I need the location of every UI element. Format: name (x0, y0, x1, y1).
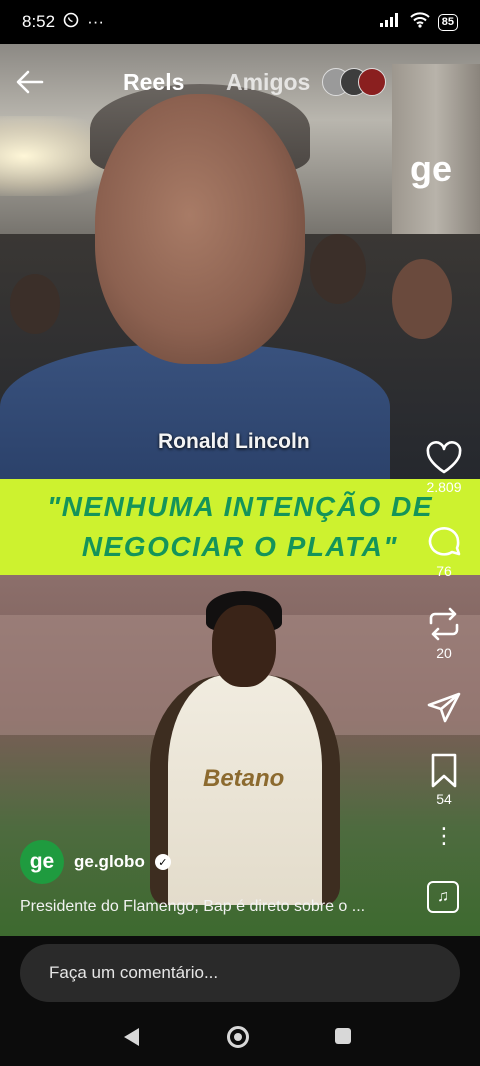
player-face (212, 605, 276, 687)
comment-input[interactable]: Faça um comentário... (20, 944, 460, 1002)
more-options-button[interactable]: ⋮ (433, 825, 455, 847)
comment-button[interactable]: 76 (420, 524, 468, 579)
comment-bar: Faça um comentário... (0, 936, 480, 1016)
signal-icon (379, 12, 402, 32)
tab-reels[interactable]: Reels (123, 69, 184, 96)
verified-icon: ✓ (154, 854, 171, 870)
friends-avatars[interactable] (322, 68, 386, 96)
bookmark-icon (431, 753, 457, 788)
username[interactable]: ge.globo (74, 852, 145, 872)
post-author[interactable]: ge ge.globo ✓ (20, 840, 171, 884)
repost-icon (429, 607, 459, 641)
battery-indicator: 85 (437, 13, 458, 31)
reels-header: Reels Amigos (0, 44, 480, 122)
system-home-button[interactable] (227, 1026, 249, 1048)
clock: 8:52 (22, 12, 56, 31)
tab-amigos[interactable]: Amigos (226, 69, 310, 96)
repost-button[interactable]: 20 (420, 606, 468, 661)
headline-banner: "NENHUMA INTENÇÃO DE NEGOCIAR O PLATA" (0, 479, 480, 575)
headline-line-2: NEGOCIAR O PLATA" (81, 531, 399, 562)
repost-count: 20 (436, 645, 452, 661)
wifi-icon (410, 11, 430, 33)
status-bar: 8:52 ··· 85 (0, 0, 480, 44)
jersey-sponsor: Betano (203, 765, 285, 792)
back-button[interactable] (14, 66, 46, 98)
speaker-shirt (0, 344, 390, 484)
post-caption[interactable]: Presidente do Flamengo, Bap é direto sob… (20, 898, 365, 916)
share-icon (427, 692, 461, 723)
heart-icon (426, 441, 462, 474)
like-button[interactable]: 2.809 (420, 440, 468, 495)
save-count: 54 (436, 791, 452, 807)
back-arrow-icon (16, 70, 44, 94)
more-notifications-icon: ··· (87, 12, 105, 31)
crowd-person (392, 259, 452, 339)
comment-count: 76 (436, 563, 452, 579)
speaker-face (95, 94, 305, 364)
more-icon: ⋮ (433, 823, 455, 848)
system-back-button[interactable] (124, 1028, 139, 1046)
headline-line-1: "NENHUMA INTENÇÃO DE (46, 491, 433, 522)
avatar (358, 68, 386, 96)
system-recents-button[interactable] (335, 1028, 351, 1044)
audio-button[interactable]: ♫ (427, 881, 459, 913)
crowd-person (10, 274, 60, 334)
reel-video[interactable]: Ronald Lincoln "NENHUMA INTENÇÃO DE NEGO… (0, 44, 480, 936)
whatsapp-icon (63, 12, 79, 33)
avatar[interactable]: ge (20, 840, 64, 884)
like-count: 2.809 (426, 479, 462, 495)
comment-icon (428, 527, 461, 556)
save-button[interactable]: 54 (420, 752, 468, 807)
speaker-name-caption: Ronald Lincoln (158, 430, 310, 453)
ge-watermark: ge (410, 148, 453, 189)
system-navigation-bar (0, 1016, 480, 1066)
music-icon: ♫ (437, 888, 449, 905)
share-button[interactable] (420, 690, 468, 729)
crowd-person (310, 234, 366, 304)
